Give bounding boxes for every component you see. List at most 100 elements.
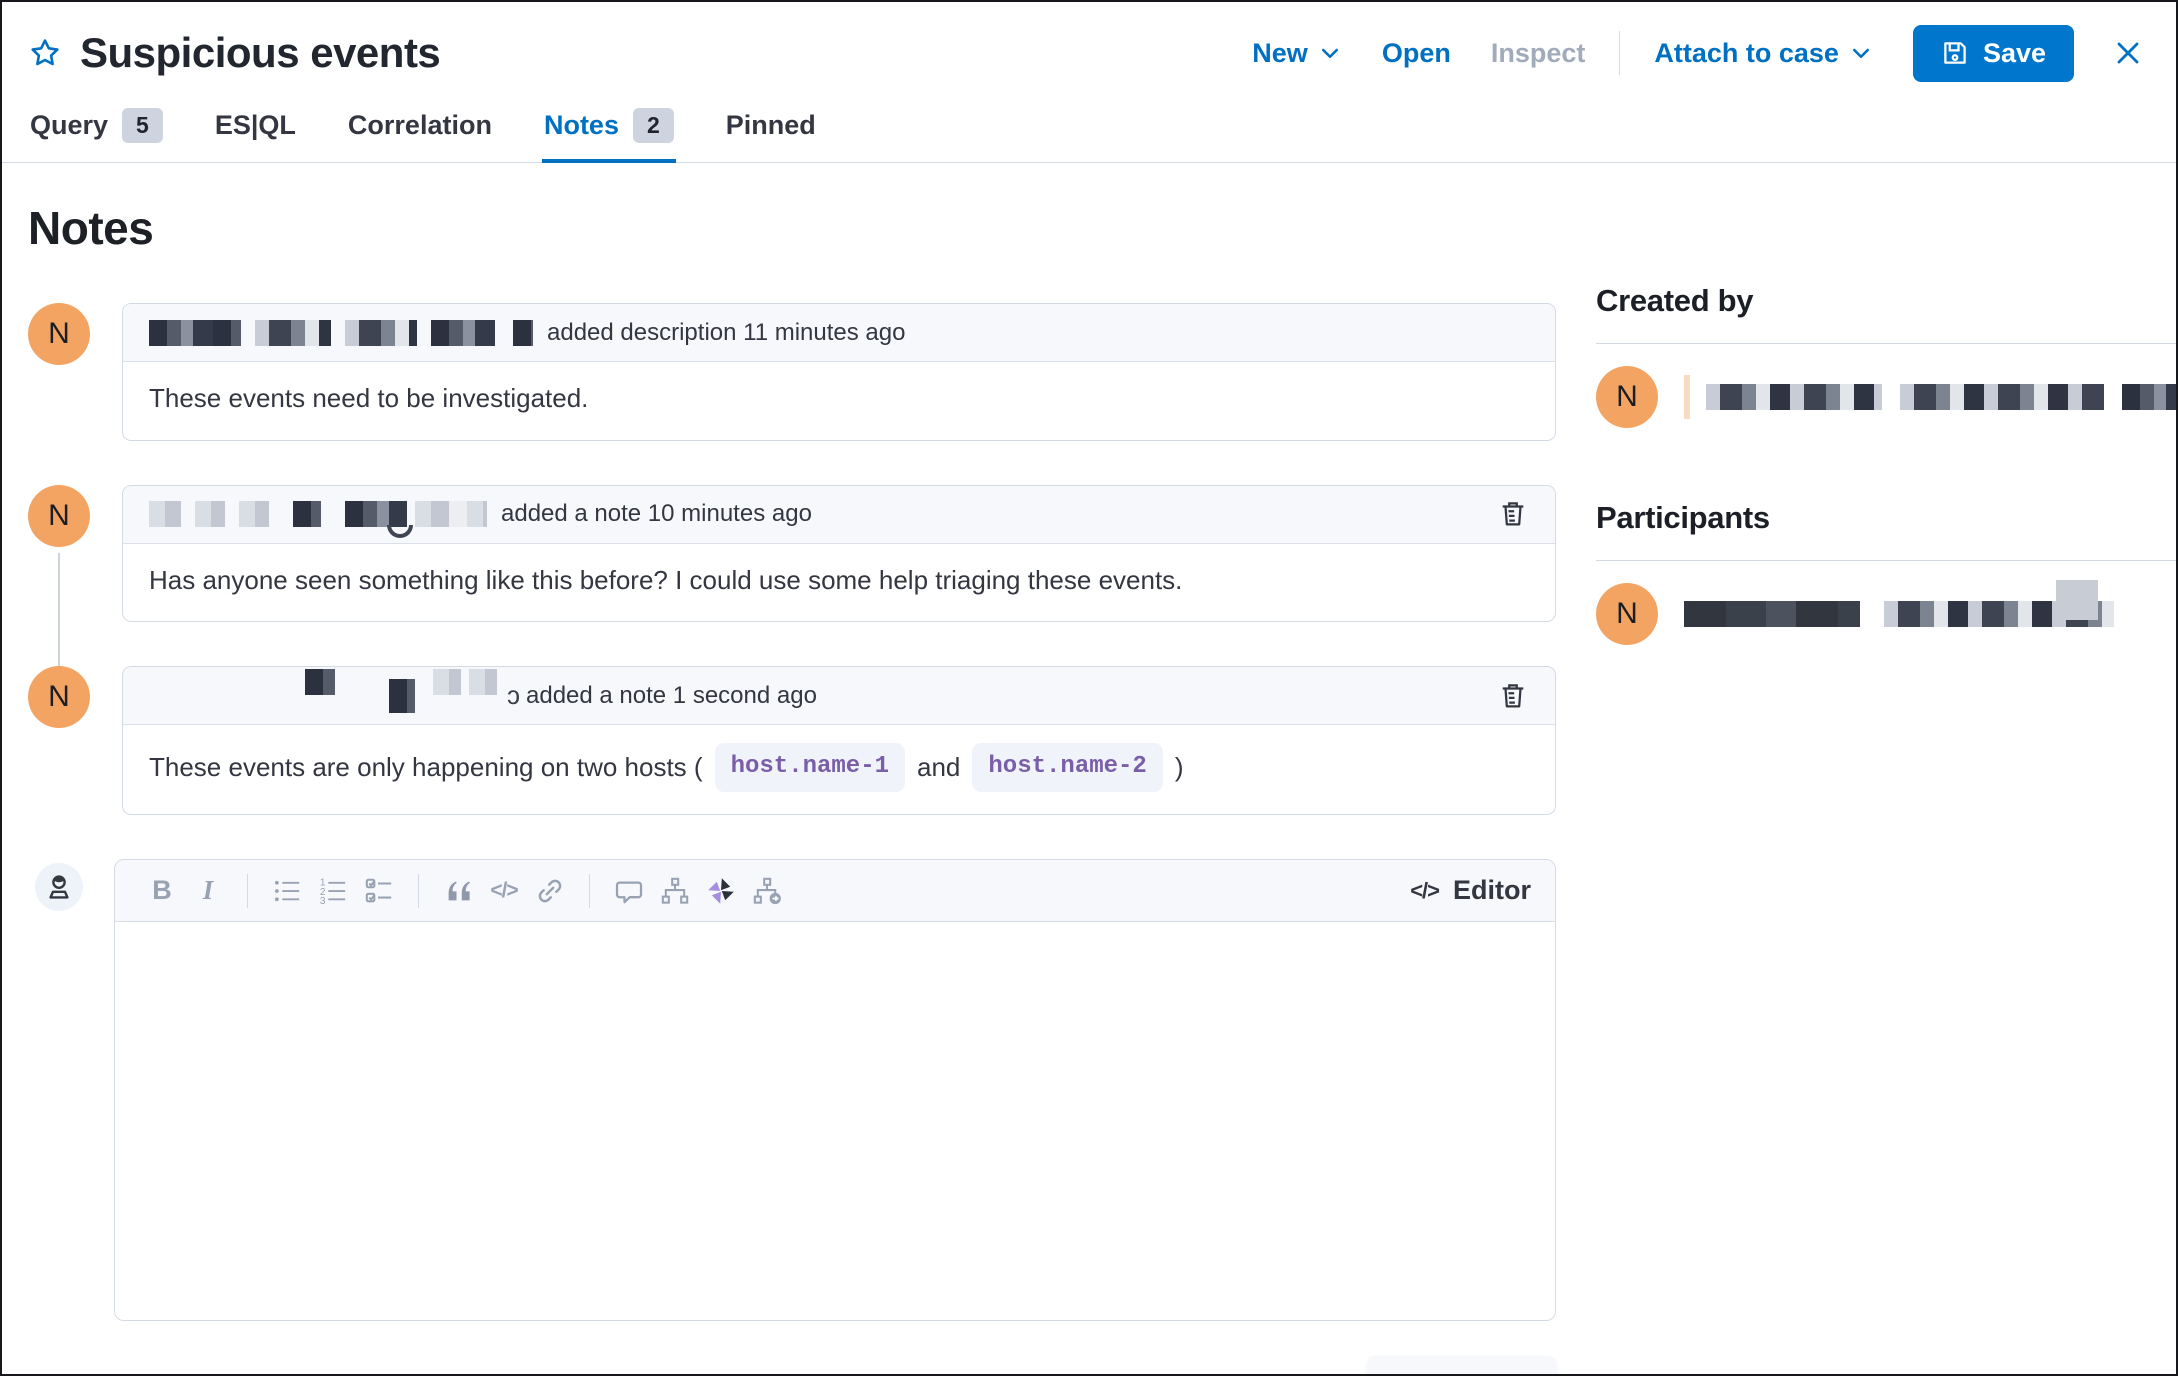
note-action-text: added description 11 minutes ago <box>547 318 906 346</box>
task-list-icon[interactable] <box>356 868 402 914</box>
add-note-row: Add note <box>28 1356 1556 1374</box>
tab-esql-label: ES|QL <box>214 110 296 140</box>
divider <box>1619 31 1621 75</box>
redaction-artifact <box>1684 375 1690 419</box>
tab-pinned[interactable]: Pinned <box>724 94 818 163</box>
tab-esql[interactable]: ES|QL <box>213 94 298 163</box>
tab-notes-label: Notes <box>543 110 619 140</box>
main-area: Notes N added description 11 minutes ago <box>2 163 2176 1374</box>
code-block-icon[interactable]: </> <box>481 868 527 914</box>
editor-mode-toggle[interactable]: </> Editor <box>1410 875 1531 906</box>
redacted-username <box>149 319 533 346</box>
chevron-down-icon <box>1852 48 1869 59</box>
note-item-3: N ɔ added a note 1 second ago These even… <box>28 666 1556 816</box>
redacted-username <box>1684 580 2176 634</box>
open-button[interactable]: Open <box>1382 38 1451 69</box>
save-icon <box>1944 42 1966 64</box>
tab-correlation-label: Correlation <box>347 110 492 140</box>
note-text-segment: ) <box>1174 751 1184 782</box>
quote-icon[interactable] <box>435 868 481 914</box>
note-action-text: added a note 10 minutes ago <box>501 500 812 528</box>
inspect-button[interactable]: Inspect <box>1491 38 1586 69</box>
note-header: ɔ added a note 1 second ago <box>123 667 1555 726</box>
note-card: ɔ added a note 1 second ago These events… <box>122 666 1556 816</box>
notes-heading: Notes <box>28 202 154 254</box>
osquery-tree-icon[interactable] <box>744 868 790 914</box>
note-body: These events are only happening on two h… <box>123 725 1555 814</box>
toolbar-separator <box>589 873 590 908</box>
note-input[interactable] <box>115 922 1555 1321</box>
redaction-artifact: ɔ <box>507 680 520 711</box>
new-label: New <box>1252 37 1308 68</box>
avatar: N <box>28 666 90 729</box>
avatar: N <box>28 303 90 365</box>
note-text-segment: These events are only happening on two h… <box>149 751 703 782</box>
created-by-heading: Created by <box>1596 283 1754 318</box>
close-icon[interactable] <box>2110 35 2146 71</box>
svg-text:3: 3 <box>320 896 326 906</box>
redaction-artifact <box>387 525 413 539</box>
editor-mode-label: Editor <box>1453 875 1531 906</box>
delete-note-icon[interactable] <box>1493 676 1533 716</box>
note-item-1: N added description 11 minutes ago These… <box>28 303 1556 441</box>
note-header: added a note 10 minutes ago <box>123 485 1555 544</box>
host-name-1-chip: host.name-1 <box>714 743 906 793</box>
note-editor-row: B I 123 </> </> Editor <box>28 859 1556 1322</box>
new-button[interactable]: New <box>1252 38 1342 69</box>
redacted-username <box>149 668 501 713</box>
code-icon: </> <box>1410 877 1440 903</box>
avatar: N <box>1596 583 1658 645</box>
attach-label: Attach to case <box>1654 37 1839 68</box>
markdown-editor: B I 123 </> </> Editor <box>114 859 1556 1322</box>
host-name-2-chip: host.name-2 <box>972 743 1163 793</box>
page-title: Suspicious events <box>80 29 441 76</box>
tab-bar: Query 5 ES|QL Correlation Notes 2 Pinned <box>2 94 2176 163</box>
delete-note-icon[interactable] <box>1493 494 1533 534</box>
favorite-star-icon[interactable] <box>28 36 62 70</box>
notes-column: Notes N added description 11 minutes ago <box>28 187 1556 1374</box>
note-body: Has anyone seen something like this befo… <box>149 564 1183 595</box>
tab-query-label: Query <box>30 110 109 140</box>
toolbar-separator <box>247 873 248 908</box>
chevron-down-icon <box>1321 48 1338 59</box>
tab-notes[interactable]: Notes 2 <box>541 94 676 163</box>
add-note-button[interactable]: Add note <box>1367 1356 1556 1374</box>
timeline-window: Suspicious events New Open Inspect Attac… <box>0 0 2178 1376</box>
ordered-list-icon[interactable]: 123 <box>310 868 356 914</box>
note-card: added a note 10 minutes ago Has anyone s… <box>122 484 1556 623</box>
comment-icon[interactable] <box>606 868 652 914</box>
avatar: N <box>1596 366 1658 428</box>
attach-to-case-button[interactable]: Attach to case <box>1654 38 1873 69</box>
timeline-tree-icon[interactable] <box>652 868 698 914</box>
toolbar-separator <box>418 873 419 908</box>
insights-pinwheel-icon[interactable] <box>698 868 744 914</box>
avatar: N <box>28 484 90 547</box>
titlebar: Suspicious events New Open Inspect Attac… <box>2 2 2176 90</box>
participant-user: N <box>1596 580 2176 645</box>
note-card: added description 11 minutes ago These e… <box>122 303 1556 441</box>
note-item-2: N added a note 10 minutes ago Has anyone… <box>28 484 1556 668</box>
note-text-segment: and <box>917 751 961 782</box>
editor-toolbar: B I 123 </> </> Editor <box>115 860 1555 923</box>
tab-query-badge: 5 <box>122 108 163 143</box>
redacted-username <box>1684 375 2176 419</box>
note-action-text: added a note 1 second ago <box>526 681 817 709</box>
unordered-list-icon[interactable] <box>264 868 310 914</box>
details-sidebar: Created by N Participants N <box>1596 187 2176 1374</box>
note-body: These events need to be investigated. <box>149 383 589 413</box>
tab-query[interactable]: Query 5 <box>28 94 165 163</box>
tab-notes-badge: 2 <box>632 108 674 143</box>
participants-heading: Participants <box>1596 500 1770 535</box>
italic-icon[interactable]: I <box>185 868 231 914</box>
created-by-user: N <box>1596 366 2176 428</box>
divider <box>1596 560 2176 561</box>
tab-pinned-label: Pinned <box>725 110 816 140</box>
link-icon[interactable] <box>527 868 573 914</box>
save-button[interactable]: Save <box>1912 24 2074 82</box>
tab-correlation[interactable]: Correlation <box>346 94 494 163</box>
note-header: added description 11 minutes ago <box>123 304 1555 362</box>
redacted-username <box>149 501 487 539</box>
save-label: Save <box>1982 37 2046 68</box>
user-avatar-icon <box>35 863 83 912</box>
bold-icon[interactable]: B <box>139 868 185 914</box>
